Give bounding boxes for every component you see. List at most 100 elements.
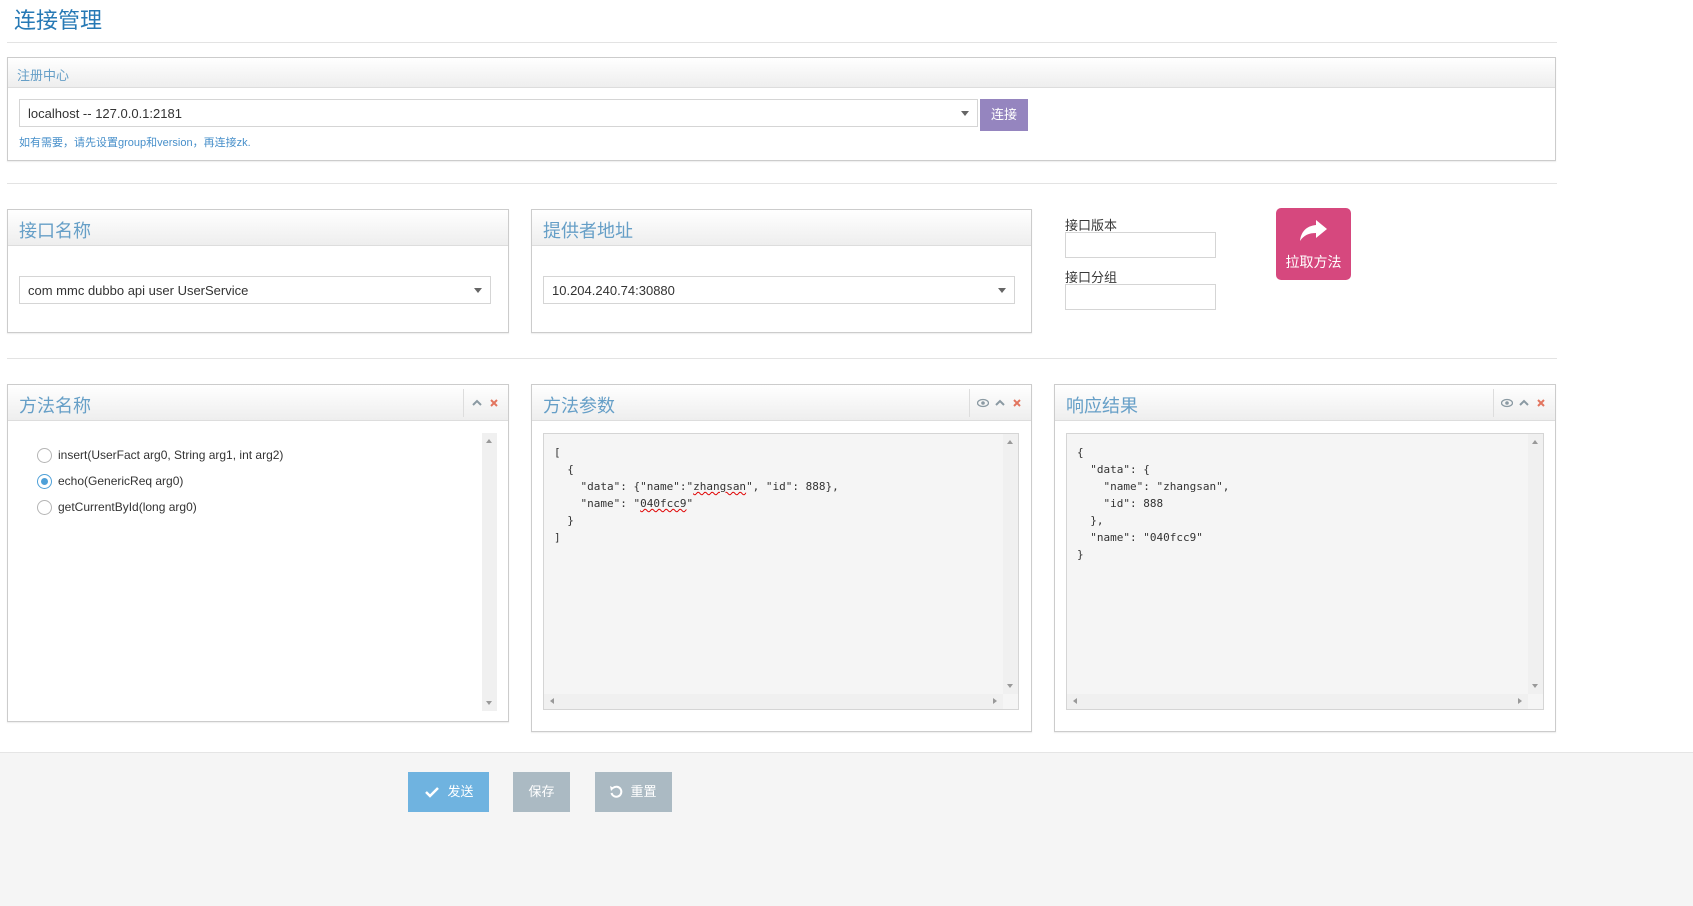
pull-methods-label: 拉取方法 — [1285, 254, 1342, 270]
result-toolbar — [1493, 389, 1547, 417]
close-icon[interactable] — [1011, 397, 1023, 409]
form-actions: 发送 保存 重置 — [0, 752, 1693, 906]
reset-button-label: 重置 — [630, 784, 657, 799]
registry-select[interactable]: localhost -- 127.0.0.1:2181 — [19, 99, 978, 127]
method-label: insert(UserFact arg0, String arg1, int a… — [58, 448, 284, 462]
scroll-up-icon[interactable] — [1532, 440, 1538, 444]
interface-select[interactable]: com mmc dubbo api user UserService — [19, 276, 491, 304]
registry-box: 注册中心 localhost -- 127.0.0.1:2181 连接 如有需要… — [7, 57, 1556, 161]
toolbar-divider — [1493, 389, 1494, 417]
result-hscrollbar[interactable] — [1067, 694, 1528, 709]
method-list-scrollbar[interactable] — [482, 433, 497, 711]
provider-title: 提供者地址 — [543, 221, 633, 241]
interface-box-header: 接口名称 — [8, 210, 508, 246]
scroll-left-icon[interactable] — [1073, 698, 1077, 704]
params-line: } — [554, 514, 574, 527]
method-radio[interactable] — [37, 499, 52, 515]
result-title: 响应结果 — [1066, 396, 1138, 416]
params-line: "data": {"name":" — [554, 480, 694, 493]
toolbar-divider — [969, 389, 970, 417]
list-item[interactable]: echo(GenericReq arg0) — [37, 468, 283, 494]
save-button[interactable]: 保存 — [513, 772, 570, 812]
method-list: insert(UserFact arg0, String arg1, int a… — [37, 442, 283, 520]
registry-select-value: localhost -- 127.0.0.1:2181 — [28, 106, 182, 121]
list-item[interactable]: getCurrentById(long arg0) — [37, 494, 283, 520]
chevron-down-icon — [998, 288, 1006, 293]
scroll-right-icon[interactable] — [993, 698, 997, 704]
send-button-label: 发送 — [447, 784, 474, 799]
methods-toolbar — [463, 389, 500, 417]
reset-button[interactable]: 重置 — [595, 772, 672, 812]
page-title: 连接管理 — [14, 8, 103, 33]
group-input[interactable] — [1065, 284, 1216, 310]
scroll-left-icon[interactable] — [550, 698, 554, 704]
result-code: { "data": { "name": "zhangsan", "id": 88… — [1077, 446, 1230, 561]
params-line: ", "id": 888}, — [746, 480, 839, 493]
provider-select-value: 10.204.240.74:30880 — [552, 283, 675, 298]
provider-box: 提供者地址 10.204.240.74:30880 — [531, 209, 1032, 333]
scroll-down-icon[interactable] — [486, 701, 492, 705]
connect-button-label: 连接 — [990, 107, 1017, 122]
interface-box: 接口名称 com mmc dubbo api user UserService — [7, 209, 509, 333]
version-input[interactable] — [1065, 232, 1216, 258]
result-box: 响应结果 { "data": { "name": "zhangsan", "id… — [1054, 384, 1556, 732]
params-line: ] — [554, 531, 561, 544]
methods-box-header: 方法名称 — [8, 385, 508, 421]
result-vscrollbar[interactable] — [1528, 434, 1543, 694]
interface-title: 接口名称 — [19, 221, 91, 241]
provider-select[interactable]: 10.204.240.74:30880 — [543, 276, 1015, 304]
params-box-header: 方法参数 — [532, 385, 1031, 421]
params-line: [ — [554, 446, 561, 459]
scroll-right-icon[interactable] — [1518, 698, 1522, 704]
undo-icon — [610, 785, 623, 798]
scroll-down-icon[interactable] — [1532, 684, 1538, 688]
toolbar-divider — [463, 389, 464, 417]
title-divider — [7, 42, 1557, 43]
scroll-down-icon[interactable] — [1007, 684, 1013, 688]
chevron-down-icon — [961, 111, 969, 116]
provider-box-header: 提供者地址 — [532, 210, 1031, 246]
registry-hint: 如有需要，请先设置group和version，再连接zk. — [19, 137, 251, 149]
params-vscrollbar[interactable] — [1003, 434, 1018, 694]
scroll-up-icon[interactable] — [486, 439, 492, 443]
scroll-up-icon[interactable] — [1007, 440, 1013, 444]
params-toolbar — [969, 389, 1023, 417]
section-divider — [7, 183, 1557, 184]
result-textarea[interactable]: { "data": { "name": "zhangsan", "id": 88… — [1066, 433, 1544, 710]
interface-select-value: com mmc dubbo api user UserService — [28, 283, 249, 298]
collapse-chevron-up-icon[interactable] — [994, 397, 1006, 409]
chevron-down-icon — [474, 288, 482, 293]
section-divider — [7, 358, 1557, 359]
share-arrow-icon — [1300, 220, 1327, 241]
method-radio[interactable] — [37, 447, 52, 463]
method-label: echo(GenericReq arg0) — [58, 474, 184, 488]
params-box: 方法参数 [ { "data": {"name":"zhangsan", "id… — [531, 384, 1032, 732]
params-code: [ { "data": {"name":"zhangsan", "id": 88… — [544, 434, 1018, 556]
spellcheck-word: 040fcc9 — [640, 497, 687, 510]
close-icon[interactable] — [1535, 397, 1547, 409]
params-title: 方法参数 — [543, 396, 615, 416]
connect-button[interactable]: 连接 — [980, 99, 1028, 131]
spellcheck-word: zhangsan — [693, 480, 747, 493]
params-hscrollbar[interactable] — [544, 694, 1003, 709]
eye-icon[interactable] — [977, 397, 989, 409]
methods-box: 方法名称 insert(UserFact arg0, String arg1, … — [7, 384, 509, 722]
save-button-label: 保存 — [528, 784, 555, 799]
eye-icon[interactable] — [1501, 397, 1513, 409]
methods-title: 方法名称 — [19, 396, 91, 416]
method-radio[interactable] — [37, 473, 52, 489]
collapse-chevron-up-icon[interactable] — [471, 397, 483, 409]
send-button[interactable]: 发送 — [408, 772, 489, 812]
collapse-chevron-up-icon[interactable] — [1518, 397, 1530, 409]
check-icon — [425, 787, 439, 798]
registry-title: 注册中心 — [17, 68, 70, 83]
close-icon[interactable] — [488, 397, 500, 409]
params-line: "name": " — [554, 497, 641, 510]
list-item[interactable]: insert(UserFact arg0, String arg1, int a… — [37, 442, 283, 468]
registry-box-header: 注册中心 — [8, 58, 1555, 88]
method-label: getCurrentById(long arg0) — [58, 500, 197, 514]
params-textarea[interactable]: [ { "data": {"name":"zhangsan", "id": 88… — [543, 433, 1019, 710]
pull-methods-button[interactable]: 拉取方法 — [1276, 208, 1351, 280]
params-line: " — [686, 497, 694, 510]
params-line: { — [554, 463, 574, 476]
